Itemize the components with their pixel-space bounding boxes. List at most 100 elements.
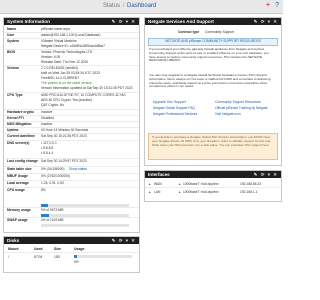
interface-lan-name[interactable]: LAN	[154, 190, 160, 194]
interface-up-icon: ▲	[148, 190, 152, 194]
sysinfo-label: MBUF Usage	[7, 174, 28, 178]
sysinfo-label: CPU usage	[7, 188, 25, 192]
netgate-header: Netgate Services And Support ✎ ⟳ ▾ ✕	[145, 18, 281, 25]
swap-usage-bar	[41, 224, 129, 227]
sysinfo-value: Netgate Device ID: c49af91c6830aa4d5ba7	[41, 44, 105, 48]
sysinfo-value: Disabled	[41, 116, 54, 120]
panel-title: System Information	[7, 19, 50, 24]
visit-netgate-link[interactable]: Visit Netgate.com	[215, 112, 241, 116]
sysinfo-value: • 8.8.4.4	[41, 151, 54, 155]
breadcrumb-dashboard[interactable]: Dashboard	[127, 3, 156, 9]
interfaces-header: Interfaces ✎ ⟳ ▾ ✕	[145, 171, 281, 178]
sysinfo-label: Kernel PTI	[7, 116, 24, 120]
sysinfo-value: 00 Hour 14 Minutes 40 Seconds	[41, 128, 89, 132]
sysinfo-value: VMware Virtual Machine	[41, 39, 77, 43]
sysinfo-value: 8%	[41, 188, 46, 192]
sysinfo-value: QAT Crypto: No	[41, 103, 65, 107]
sysinfo-label: SWAP usage	[7, 218, 28, 222]
professional-services-link[interactable]: Netgate Professional Services	[153, 112, 197, 116]
breadcrumb: Status / Dashboard	[103, 3, 156, 10]
tac-warning-box: If you decide to purchase a Netgate Glob…	[148, 133, 278, 160]
breadcrumb-status[interactable]: Status	[103, 3, 120, 9]
interface-up-icon: ▲	[148, 182, 152, 186]
support-paragraph-1: If you purchased your pfSense gateway fi…	[149, 47, 269, 63]
sysinfo-value: built on Wed Jun 28 03:53:34 UTC 2023	[41, 71, 100, 75]
sysinfo-value: 2.7.0-RELEASE (amd64)	[41, 66, 78, 70]
interface-up-icon: ▲	[178, 182, 182, 186]
disk-usage-bar	[74, 255, 132, 258]
system-information-header: System Information ✎ ⟳ ▾ ✕	[4, 18, 139, 25]
interfaces-panel: Interfaces ✎ ⟳ ▾ ✕ ▲ WAN ▲ 1000baseT <fu…	[144, 170, 282, 202]
sysinfo-value: Sat Sep 30 14:29:57 PDT 2023	[41, 159, 87, 163]
sysinfo-value: Version information updated at Sat Sep 3…	[41, 86, 133, 90]
memory-usage-bar	[41, 214, 129, 217]
sysinfo-label: State table size	[7, 167, 32, 171]
contract-type-label: Contract type	[178, 30, 200, 34]
community-resources-notice: NETGATE AND pfSense COMMUNITY SUPPORT RE…	[148, 38, 278, 46]
sysinfo-label: Last config change	[7, 159, 38, 163]
sysinfo-label: MDS Mitigation	[7, 122, 32, 126]
interface-wan-ip: 192.168.56.23	[240, 182, 262, 186]
system-information-panel: System Information ✎ ⟳ ▾ ✕ Name pfSense.h…	[3, 17, 140, 233]
disk-usage-label: 6%	[74, 260, 79, 264]
sysinfo-value: 0% (2762/1000000)	[41, 174, 70, 178]
interface-lan-speed: 1000baseT <full-duplex>	[183, 190, 220, 194]
add-widget-icon[interactable]: +	[266, 2, 270, 9]
sysinfo-value: Release Date: Thu Nov 12 2020	[41, 60, 89, 64]
disk-size: 15G	[54, 255, 61, 259]
disk-mount: /	[8, 255, 9, 259]
panel-controls-icon[interactable]: ✎ ⟳ ▾ ✕	[112, 18, 136, 25]
sysinfo-value: Vendor: Phoenix Technologies LTD	[41, 50, 93, 54]
panel-title: Interfaces	[148, 172, 170, 177]
sysinfo-label: Memory usage	[7, 208, 31, 212]
contract-type-value: Community Support	[205, 30, 235, 34]
interface-up-icon: ▲	[178, 190, 182, 194]
sysinfo-label: DNS server(s)	[7, 141, 30, 145]
interface-wan-speed: 1000baseT <full-duplex>	[183, 182, 220, 186]
upgrade-support-link[interactable]: Upgrade Your Support	[153, 100, 186, 104]
sysinfo-value: Version: 6.00	[41, 55, 61, 59]
show-states-link[interactable]: Show states	[69, 167, 87, 171]
disks-header: Disks ✎ ⟳ ▾ ✕	[4, 237, 139, 244]
sysinfo-value: Sat Sep 30 15:21:35 PDT 2023	[41, 134, 87, 138]
sysinfo-value: AES-NI CPU Crypto: Yes (inactive)	[41, 98, 92, 102]
community-support-link[interactable]: Community Support Resources	[215, 100, 261, 104]
sysinfo-value: 1.26, 0.91, 0.50	[41, 181, 64, 185]
sysinfo-value: FreeBSD 14.0-CURRENT	[41, 76, 80, 80]
breadcrumb-separator: /	[122, 3, 125, 9]
sysinfo-value: The system is on the latest version.	[41, 81, 93, 85]
sysinfo-label: System	[7, 39, 20, 43]
disks-col-size: Size	[54, 247, 62, 251]
panel-title: Disks	[7, 238, 20, 243]
sysinfo-label: Name	[7, 27, 17, 31]
sysinfo-value: • 127.0.0.1	[41, 141, 57, 145]
disks-col-used: Used	[34, 247, 43, 251]
sysinfo-value: Inactive	[41, 110, 53, 114]
sysinfo-label: BIOS	[7, 50, 16, 54]
sysinfo-label: Hardware crypto	[7, 110, 34, 114]
interface-wan-name[interactable]: WAN	[154, 182, 162, 186]
global-support-faq-link[interactable]: Netgate Global Support FAQ	[153, 106, 195, 110]
panel-controls-icon[interactable]: ✎ ⟳ ▾ ✕	[254, 171, 278, 178]
sysinfo-label: Version	[7, 66, 20, 70]
disks-col-mount: Mount	[8, 247, 19, 251]
sysinfo-value: pfSense.home.arpa	[41, 27, 70, 31]
sysinfo-value: AMD PRO A10-8770E R7, 10 COMPUTE CORES 4…	[41, 93, 126, 97]
sysinfo-label: Load average	[7, 181, 29, 185]
sysinfo-label: Uptime	[7, 128, 19, 132]
disk-used: 877M	[34, 255, 43, 259]
panel-title: Netgate Services And Support	[148, 19, 214, 24]
cpu-usage-bar	[41, 204, 129, 207]
sysinfo-value: Inactive	[41, 122, 53, 126]
interface-lan-ip: 192.168.1.1	[240, 190, 258, 194]
panel-controls-icon[interactable]: ✎ ⟳ ▾ ✕	[112, 237, 136, 244]
sysinfo-value: 9% of 5973 MiB	[41, 208, 64, 212]
sysinfo-label: User	[7, 33, 15, 37]
disks-col-usage: Usage	[74, 247, 85, 251]
training-link[interactable]: Official pfSense Training by Netgate	[215, 106, 268, 110]
help-icon[interactable]: ?	[275, 2, 279, 9]
panel-controls-icon[interactable]: ✎ ⟳ ▾ ✕	[254, 18, 278, 25]
sysinfo-value: 0% (24/196000)	[41, 167, 65, 171]
top-bar: Status / Dashboard + ?	[0, 0, 283, 14]
netgate-services-panel: Netgate Services And Support ✎ ⟳ ▾ ✕ Con…	[144, 17, 282, 166]
